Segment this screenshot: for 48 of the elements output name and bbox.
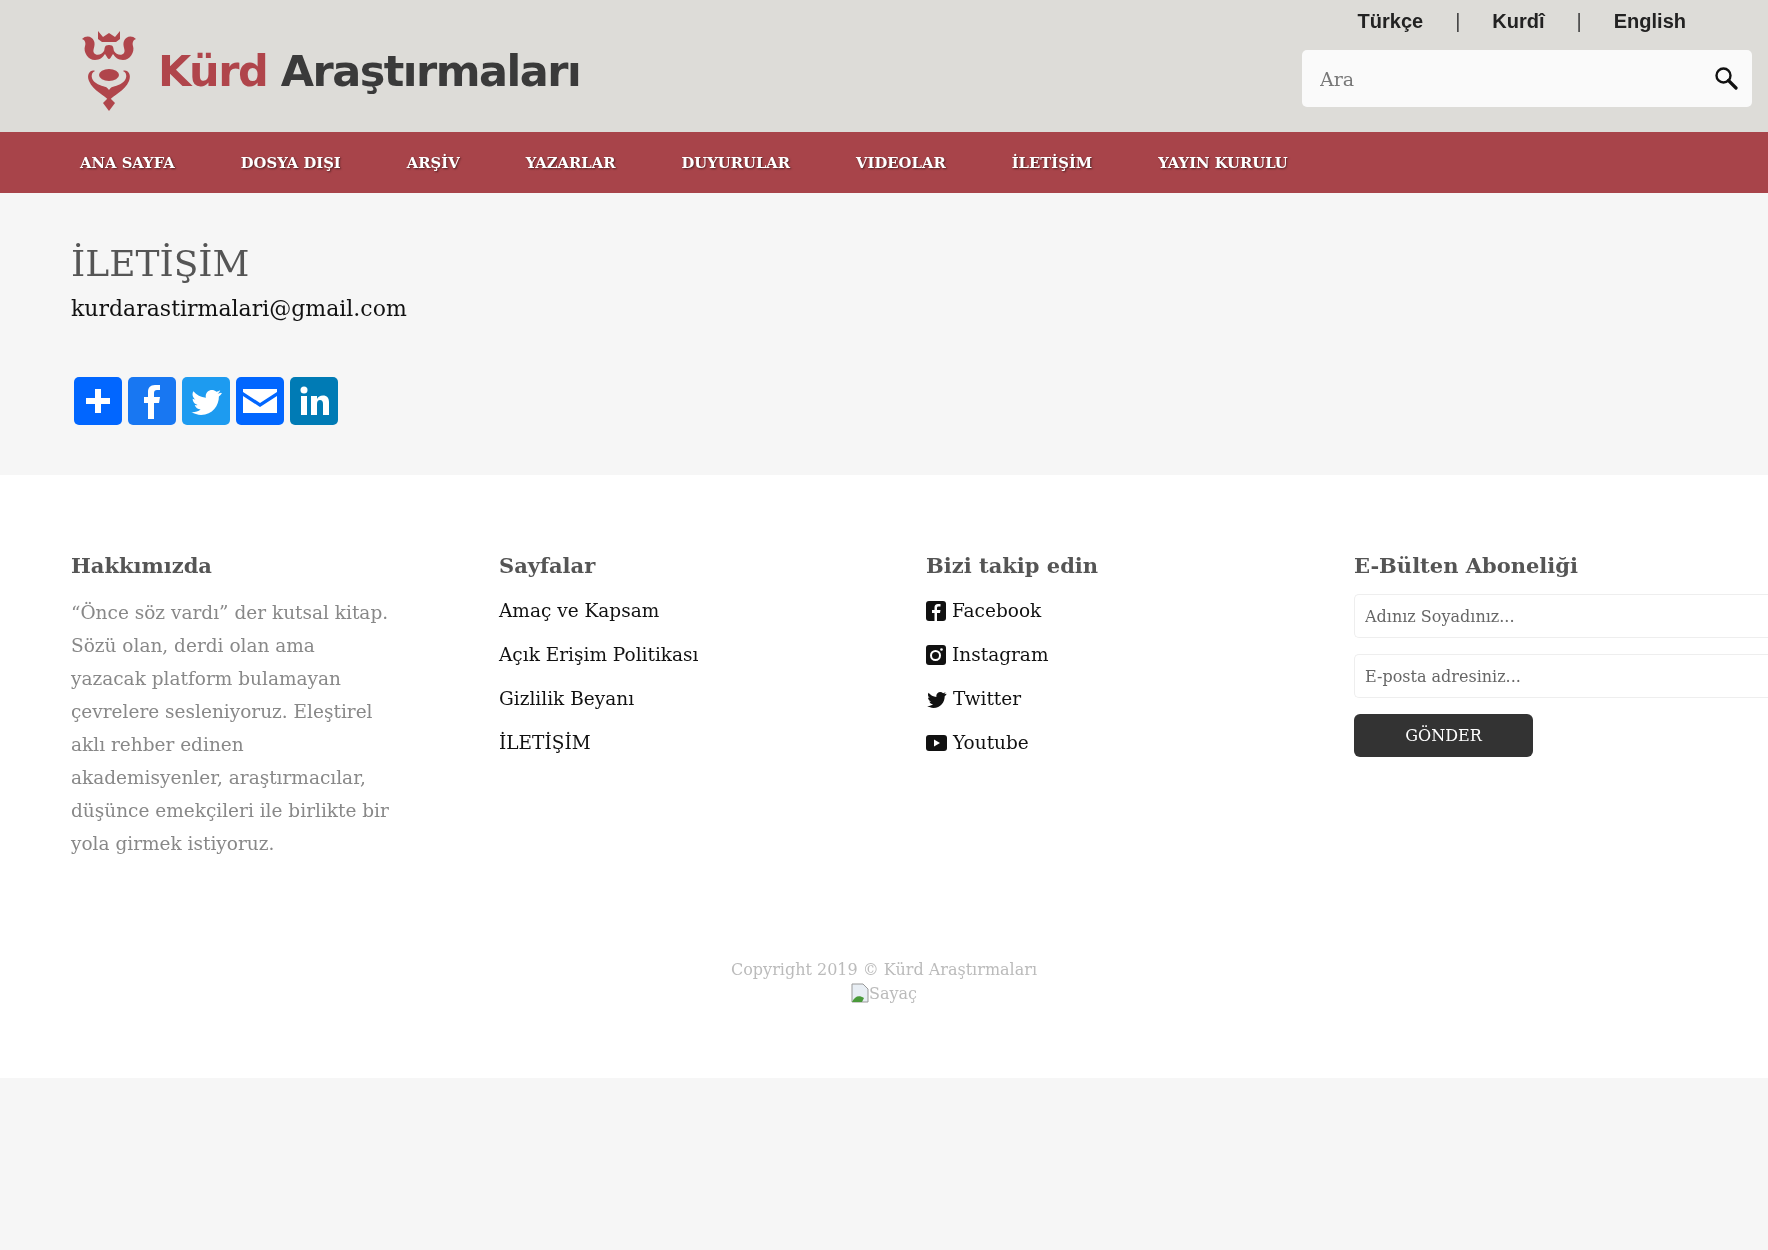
footer-heading: Hakkımızda	[71, 553, 213, 578]
page-link[interactable]: Açık Erişim Politikası	[499, 640, 926, 670]
nav-link[interactable]: DOSYA DIŞI	[240, 154, 341, 171]
twitter-share-button[interactable]	[182, 377, 230, 425]
contact-email: kurdarastirmalari@gmail.com	[71, 296, 408, 321]
nav-link[interactable]: DUYURULAR	[681, 154, 791, 171]
language-link[interactable]: Kurdî	[1492, 10, 1545, 40]
nav-link[interactable]: ANA SAYFA	[80, 154, 175, 171]
copyright-text: Copyright 2019 © Kürd Araştırmaları	[730, 960, 1037, 979]
nav-link[interactable]: YAZARLAR	[525, 154, 616, 171]
social-link[interactable]: Twitter	[926, 684, 1354, 714]
nav-link[interactable]: İLETİŞİM	[1011, 154, 1093, 171]
linkedin-icon	[298, 385, 330, 417]
submit-button[interactable]: GÖNDER	[1354, 714, 1533, 757]
social-link[interactable]: Youtube	[926, 728, 1354, 758]
name-field[interactable]: Adınız Soyadınız...	[1354, 594, 1768, 638]
footer-heading: E-Bülten Aboneliği	[1354, 553, 1579, 578]
nav-link[interactable]: VIDEOLAR	[856, 154, 946, 171]
share-share-button[interactable]	[74, 377, 122, 425]
about-text: “Önce söz vardı” der kutsal kitap. Sözü olan, derdi olan ama yazacak platform bulamayan çevrelere sesleniyoruz. Eleştirel aklı rehber edinen akademisyenler, araştırmacılar, düşünce emekçileri ile birlikte bir yola girmek istiyoruz.	[71, 601, 390, 856]
footer-heading: Bizi takip edin	[926, 553, 1100, 578]
social-link[interactable]: Facebook	[926, 596, 1354, 626]
page-link[interactable]: Gizlilik Beyanı	[499, 684, 926, 714]
broken-image-icon	[850, 983, 869, 1003]
facebook-icon	[926, 601, 946, 621]
language-link[interactable]: Türkçe	[1357, 10, 1424, 40]
language-link[interactable]: English	[1613, 10, 1686, 40]
social-link[interactable]: Instagram	[926, 640, 1354, 670]
facebook-share-button[interactable]	[128, 377, 176, 425]
language-separator: |	[1576, 10, 1582, 34]
nav-link[interactable]: ARŞİV	[406, 154, 460, 171]
footer-heading: Sayfalar	[499, 553, 597, 578]
youtube-icon	[926, 735, 947, 751]
page-link[interactable]: İLETİŞİM	[499, 728, 926, 758]
page-link[interactable]: Amaç ve Kapsam	[499, 596, 926, 626]
linkedin-share-button[interactable]	[290, 377, 338, 425]
page-title: İLETİŞİM	[71, 243, 251, 284]
site-logo-text[interactable]: Kürd Araştırmaları	[158, 46, 581, 96]
nav-link[interactable]: YAYIN KURULU	[1158, 154, 1288, 171]
language-separator: |	[1455, 10, 1461, 34]
search-field[interactable]: Ara	[1302, 50, 1752, 107]
envelope-icon	[243, 389, 277, 413]
email-field[interactable]: E-posta adresiniz...	[1354, 654, 1768, 698]
email-share-button[interactable]	[236, 377, 284, 425]
counter-alt-text: Sayaç	[868, 983, 917, 1003]
twitter-icon	[926, 690, 947, 708]
search-icon[interactable]	[1714, 66, 1738, 90]
instagram-icon	[926, 645, 946, 665]
